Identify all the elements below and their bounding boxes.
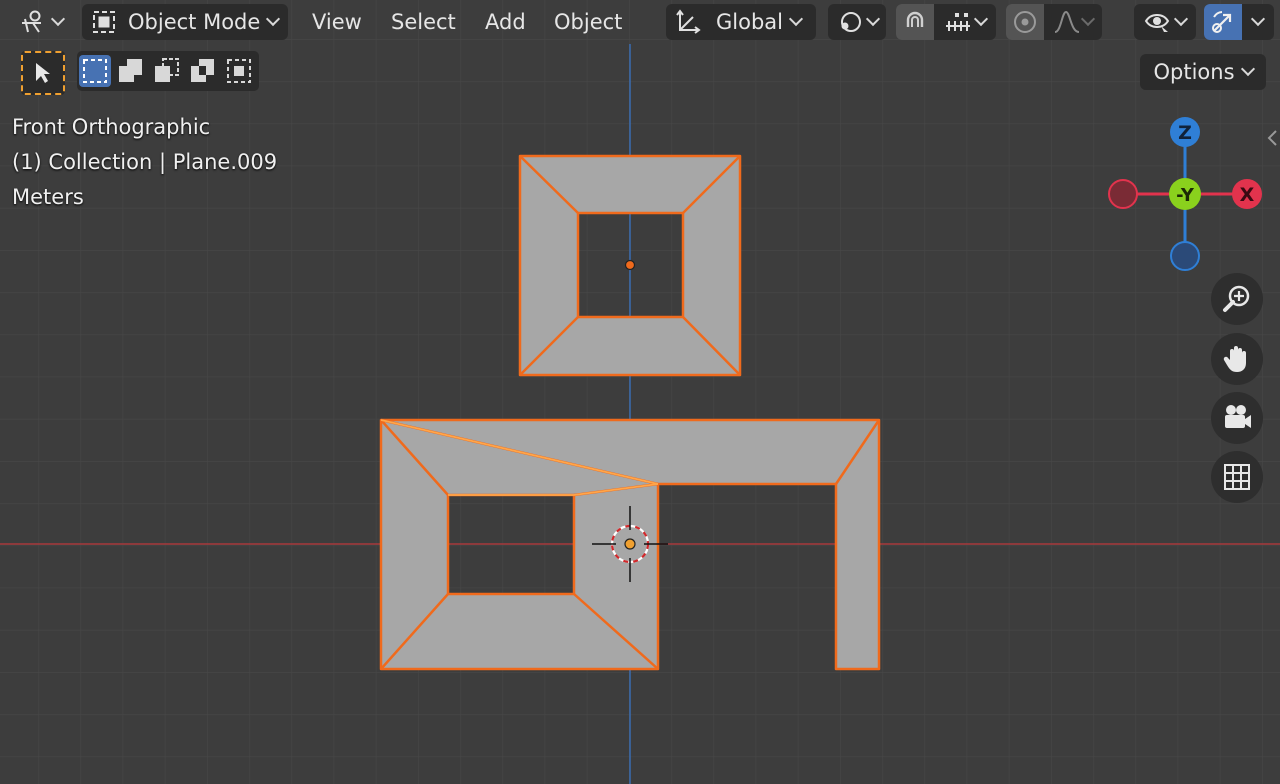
snap-toggle[interactable] bbox=[896, 4, 934, 40]
gizmo-y-label: -Y bbox=[1176, 185, 1195, 206]
editor-type-icon bbox=[22, 10, 41, 33]
viewport-header: Object Mode View Select Add Object Globa… bbox=[0, 0, 1280, 44]
transform-orientation-selector[interactable]: Global bbox=[666, 4, 816, 40]
orientation-axes-icon bbox=[676, 9, 701, 34]
select-extend-icon bbox=[119, 59, 142, 82]
select-invert-icon bbox=[191, 59, 214, 82]
gizmo-z-label: Z bbox=[1178, 122, 1192, 144]
pivot-point-selector[interactable] bbox=[828, 4, 886, 40]
zoom-icon bbox=[1223, 285, 1250, 312]
proportional-edit-icon bbox=[1014, 11, 1036, 33]
mode-label: Object Mode bbox=[128, 10, 261, 34]
select-new-button[interactable] bbox=[79, 55, 111, 87]
gizmo-icon bbox=[1212, 11, 1232, 33]
pivot-point-icon bbox=[841, 12, 861, 32]
object-mode-icon bbox=[93, 11, 115, 33]
menu-add[interactable]: Add bbox=[479, 4, 532, 40]
select-subtract-button[interactable] bbox=[151, 55, 183, 87]
menu-view[interactable]: View bbox=[306, 4, 368, 40]
magnet-icon bbox=[906, 11, 924, 27]
menu-select[interactable]: Select bbox=[385, 4, 462, 40]
gizmo-group bbox=[1204, 4, 1274, 40]
perspective-toggle-button[interactable] bbox=[1211, 451, 1263, 503]
select-intersect-icon bbox=[227, 59, 251, 83]
units-label: Meters bbox=[12, 185, 84, 209]
pan-button[interactable] bbox=[1211, 333, 1263, 385]
camera-view-button[interactable] bbox=[1211, 392, 1263, 444]
snap-increment-icon bbox=[946, 13, 970, 31]
active-tool-button[interactable] bbox=[21, 51, 65, 95]
active-object-origin bbox=[624, 538, 636, 550]
grid-icon bbox=[1224, 464, 1250, 490]
mesh-square-frame[interactable] bbox=[518, 154, 742, 377]
options-dropdown[interactable]: Options bbox=[1140, 54, 1266, 90]
select-cursor-icon bbox=[36, 63, 50, 83]
select-subtract-icon bbox=[155, 58, 179, 82]
editor-type-button[interactable] bbox=[14, 4, 68, 40]
gizmo-neg-x[interactable] bbox=[1108, 179, 1138, 209]
visibility-selector[interactable] bbox=[1134, 4, 1196, 40]
proportional-edit-group bbox=[1006, 4, 1102, 40]
falloff-button[interactable] bbox=[1044, 4, 1102, 40]
orientation-label: Global bbox=[716, 10, 783, 34]
camera-icon bbox=[1225, 405, 1251, 428]
snap-group bbox=[896, 4, 996, 40]
gizmo-toggle[interactable] bbox=[1204, 4, 1242, 40]
snap-target-button[interactable] bbox=[934, 4, 996, 40]
zoom-button[interactable] bbox=[1211, 273, 1263, 325]
proportional-edit-toggle[interactable] bbox=[1006, 4, 1044, 40]
eye-icon bbox=[1144, 14, 1170, 32]
hand-pan-icon bbox=[1223, 346, 1246, 372]
object-origin bbox=[624, 259, 636, 271]
select-new-icon bbox=[83, 59, 107, 83]
gizmo-x-label: X bbox=[1240, 184, 1255, 206]
navigation-gizmo[interactable]: Z X -Y bbox=[1100, 110, 1270, 280]
gizmo-dropdown[interactable] bbox=[1242, 4, 1274, 40]
select-invert-button[interactable] bbox=[187, 55, 219, 87]
falloff-curve-icon bbox=[1054, 10, 1080, 33]
select-intersect-button[interactable] bbox=[223, 55, 255, 87]
menu-object[interactable]: Object bbox=[548, 4, 628, 40]
gizmo-neg-z[interactable] bbox=[1170, 241, 1200, 271]
select-extend-button[interactable] bbox=[115, 55, 147, 87]
mode-selector[interactable]: Object Mode bbox=[82, 4, 288, 40]
view-name: Front Orthographic bbox=[12, 115, 211, 139]
options-label: Options bbox=[1153, 60, 1235, 84]
collection-info: (1) Collection | Plane.009 bbox=[12, 150, 278, 174]
